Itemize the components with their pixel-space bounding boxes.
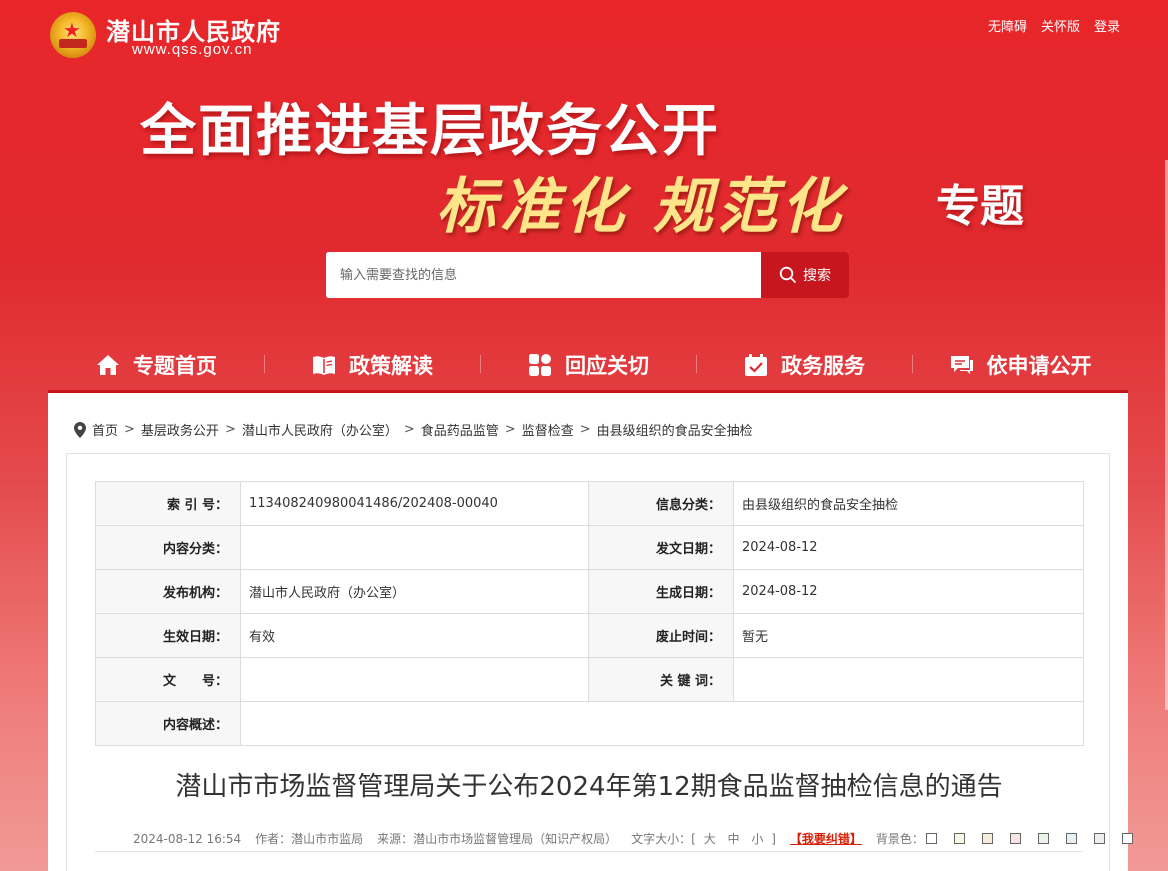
nav-item-label: 依申请公开 [986,354,1092,378]
publisher-label: 发布机构： [95,569,241,614]
site-url: www.qss.gov.cn [132,41,253,58]
accessibility-link[interactable]: 无障碍 [988,16,1027,35]
font-size-control: 文字大小：[ 大 中 小 ] [631,830,776,847]
nav-item-response[interactable]: 回应关切 [480,340,696,390]
table-row: 发布机构： 潜山市人民政府（办公室） 生成日期： 2024-08-12 [95,569,1084,614]
source: 来源：潜山市市场监督管理局（知识产权局） [377,832,618,846]
index-value: 11340824098004148​6/202408-00040 [240,481,589,526]
document-info: 2024-08-12 16:54 作者：潜山市市监局 来源：潜山市市场监督管理局… [133,830,1161,847]
content-type-value [240,525,589,570]
table-row: 索 引 号： 11340824098004148​6/202408-00040 … [95,481,1084,526]
docno-label: 文 号： [95,657,241,702]
banner-title: 全面推进基层政务公开 [140,99,720,164]
breadcrumb-item[interactable]: 潜山市人民政府（办公室） [242,420,398,439]
breadcrumb-item[interactable]: 基层政务公开 [141,420,219,439]
docno-value [240,657,589,702]
effective-value: 有效 [240,613,589,658]
breadcrumb-separator: > [224,422,236,437]
metadata-table: 索 引 号： 11340824098004148​6/202408-00040 … [95,481,1084,746]
index-label: 索 引 号： [95,481,241,526]
publish-datetime: 2024-08-12 16:54 [133,831,242,846]
bg-swatch[interactable] [1121,833,1133,844]
keywords-value [733,657,1084,702]
font-size-large[interactable]: 大 [704,832,716,846]
top-links: 无障碍 关怀版 登录 [988,16,1120,35]
font-size-close: ] [771,832,776,846]
breadcrumb: 首页 > 基层政务公开 > 潜山市人民政府（办公室） > 食品药品监管 > 监督… [74,420,753,439]
publisher-value: 潜山市人民政府（办公室） [240,569,589,614]
font-size-label: 文字大小：[ [631,832,696,846]
nav-item-label: 专题首页 [133,354,217,378]
created-date-value: 2024-08-12 [733,569,1084,614]
font-size-medium[interactable]: 中 [728,832,740,846]
care-mode-link[interactable]: 关怀版 [1041,16,1080,35]
search-box: 搜索 [326,252,849,298]
home-icon [97,355,119,375]
category-label: 信息分类： [588,481,734,526]
breadcrumb-item[interactable]: 监督检查 [522,420,574,439]
effective-label: 生效日期： [95,613,241,658]
keywords-label: 关 键 词： [588,657,734,702]
content-type-label: 内容分类： [95,525,241,570]
bg-swatch[interactable] [925,833,937,844]
report-error-link[interactable]: 【我要纠错】 [790,830,862,847]
breadcrumb-separator: > [124,422,135,437]
bg-swatch[interactable] [981,833,993,844]
breadcrumb-item[interactable]: 食品药品监管 [421,420,499,439]
bg-color-swatches [925,833,1147,844]
breadcrumb-separator: > [579,422,591,437]
grid-icon [529,354,551,376]
national-emblem-icon: ★ [50,12,96,58]
main-nav: 专题首页 政策解读 回应关切 政务服务 依申请公开 [48,340,1128,390]
content-panel: 首页 > 基层政务公开 > 潜山市人民政府（办公室） > 食品药品监管 > 监督… [48,393,1133,871]
nav-item-label: 政策解读 [349,354,433,378]
expire-label: 废止时间： [588,613,734,658]
location-pin-icon [74,421,86,438]
issue-date-label: 发文日期： [588,525,734,570]
table-row: 内容分类： 发文日期： 2024-08-12 [95,525,1084,570]
nav-item-label: 回应关切 [565,354,649,378]
search-input[interactable] [326,252,762,298]
font-size-small[interactable]: 小 [751,832,763,846]
bg-color-label: 背景色： [875,832,924,846]
author: 作者：潜山市市监局 [255,832,364,846]
breadcrumb-separator: > [504,422,516,437]
summary-label: 内容概述： [95,701,241,746]
nav-item-policy[interactable]: 政策解读 [264,340,480,390]
search-button[interactable]: 搜索 [761,252,849,298]
breadcrumb-home[interactable]: 首页 [92,420,118,439]
table-row: 内容概述： [95,701,1084,746]
table-row: 文 号： 关 键 词： [95,657,1084,702]
issue-date-value: 2024-08-12 [733,525,1084,570]
nav-item-label: 政务服务 [781,354,865,378]
bg-swatch[interactable] [1037,833,1049,844]
banner-subtitle-suffix: 专题 [936,181,1024,232]
bg-swatch[interactable] [1093,833,1105,844]
banner-subtitle: 标准化 规范化 [436,172,845,242]
nav-item-request[interactable]: 依申请公开 [912,340,1128,390]
nav-item-home[interactable]: 专题首页 [48,340,264,390]
article-container: 索 引 号： 11340824098004148​6/202408-00040 … [66,453,1133,871]
bg-swatch[interactable] [1009,833,1021,844]
bg-swatch[interactable] [1065,833,1077,844]
table-row: 生效日期： 有效 废止时间： 暂无 [95,613,1084,658]
breadcrumb-current[interactable]: 由县级组织的食品安全抽检 [597,420,753,439]
chat-icon [950,356,973,374]
book-icon [313,356,335,375]
document-title: 潜山市市场监督管理局关于公布2024年第12期食品监督抽检信息的通告 [175,772,1003,802]
top-header: ★ 潜山市人民政府 www.qss.gov.cn 无障碍 关怀版 登录 [0,0,1168,70]
bg-swatch[interactable] [953,833,965,844]
created-date-label: 生成日期： [588,569,734,614]
category-value: 由县级组织的食品安全抽检 [733,481,1084,526]
checklist-icon [745,354,767,376]
expire-value: 暂无 [733,613,1084,658]
search-button-label: 搜索 [803,268,831,284]
nav-item-services[interactable]: 政务服务 [696,340,912,390]
search-icon [779,266,796,283]
summary-value [240,701,1084,746]
breadcrumb-separator: > [403,422,415,437]
divider [95,851,1083,852]
login-link[interactable]: 登录 [1094,16,1120,35]
